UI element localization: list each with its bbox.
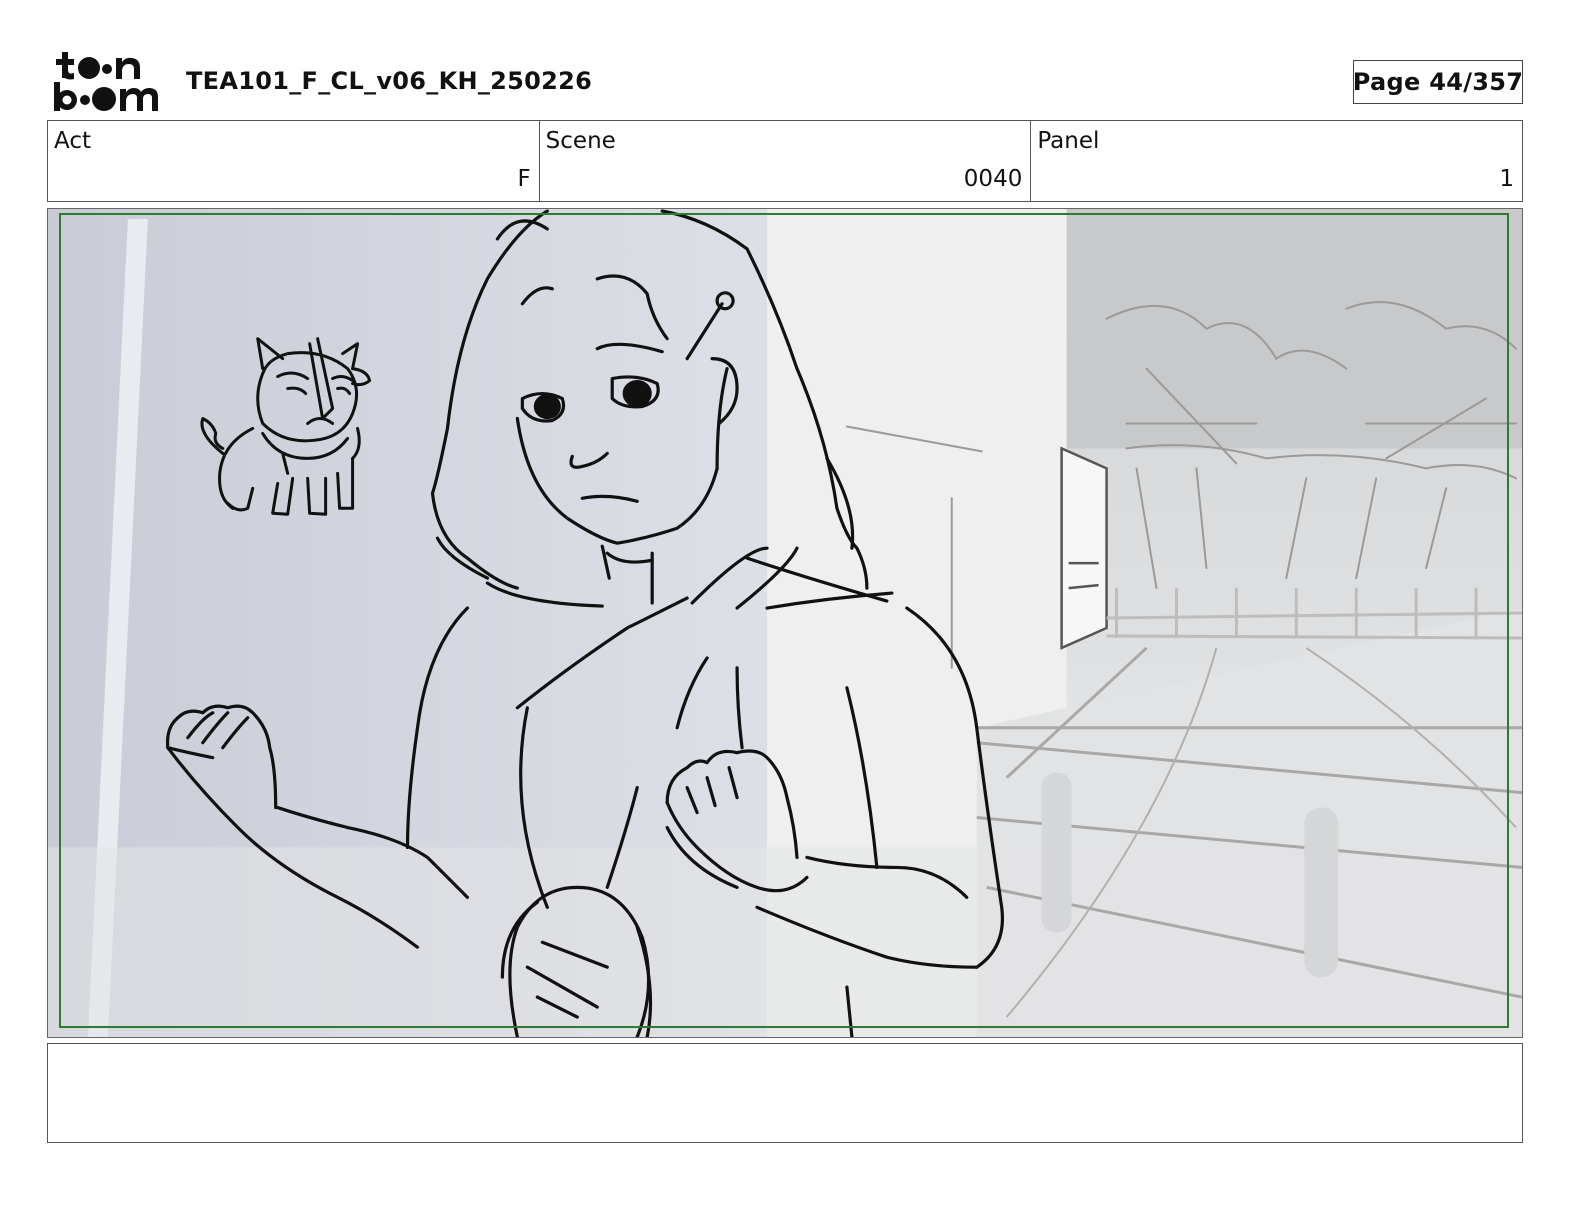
page-indicator: Page 44/357 bbox=[1353, 60, 1523, 104]
storyboard-panel bbox=[47, 208, 1523, 1038]
panel-sketch-image bbox=[48, 209, 1522, 1037]
panel-notes-box bbox=[47, 1043, 1523, 1143]
act-value: F bbox=[517, 166, 531, 192]
panel-value: 1 bbox=[1499, 166, 1515, 192]
scene-label: Scene bbox=[545, 128, 616, 154]
panel-cell: Panel 1 bbox=[1031, 121, 1522, 201]
document-title: TEA101_F_CL_v06_KH_250226 bbox=[186, 67, 593, 95]
page-number: 44/357 bbox=[1429, 68, 1524, 96]
act-label: Act bbox=[54, 128, 91, 154]
toon-boom-logo-icon bbox=[52, 50, 164, 112]
scene-info-table: Act F Scene 0040 Panel 1 bbox=[47, 120, 1523, 202]
page-label: Page bbox=[1352, 68, 1421, 96]
panel-label: Panel bbox=[1037, 128, 1100, 154]
panel-notes-text bbox=[48, 1044, 1522, 1060]
scene-value: 0040 bbox=[963, 166, 1023, 192]
scene-cell: Scene 0040 bbox=[540, 121, 1032, 201]
act-cell: Act F bbox=[48, 121, 540, 201]
